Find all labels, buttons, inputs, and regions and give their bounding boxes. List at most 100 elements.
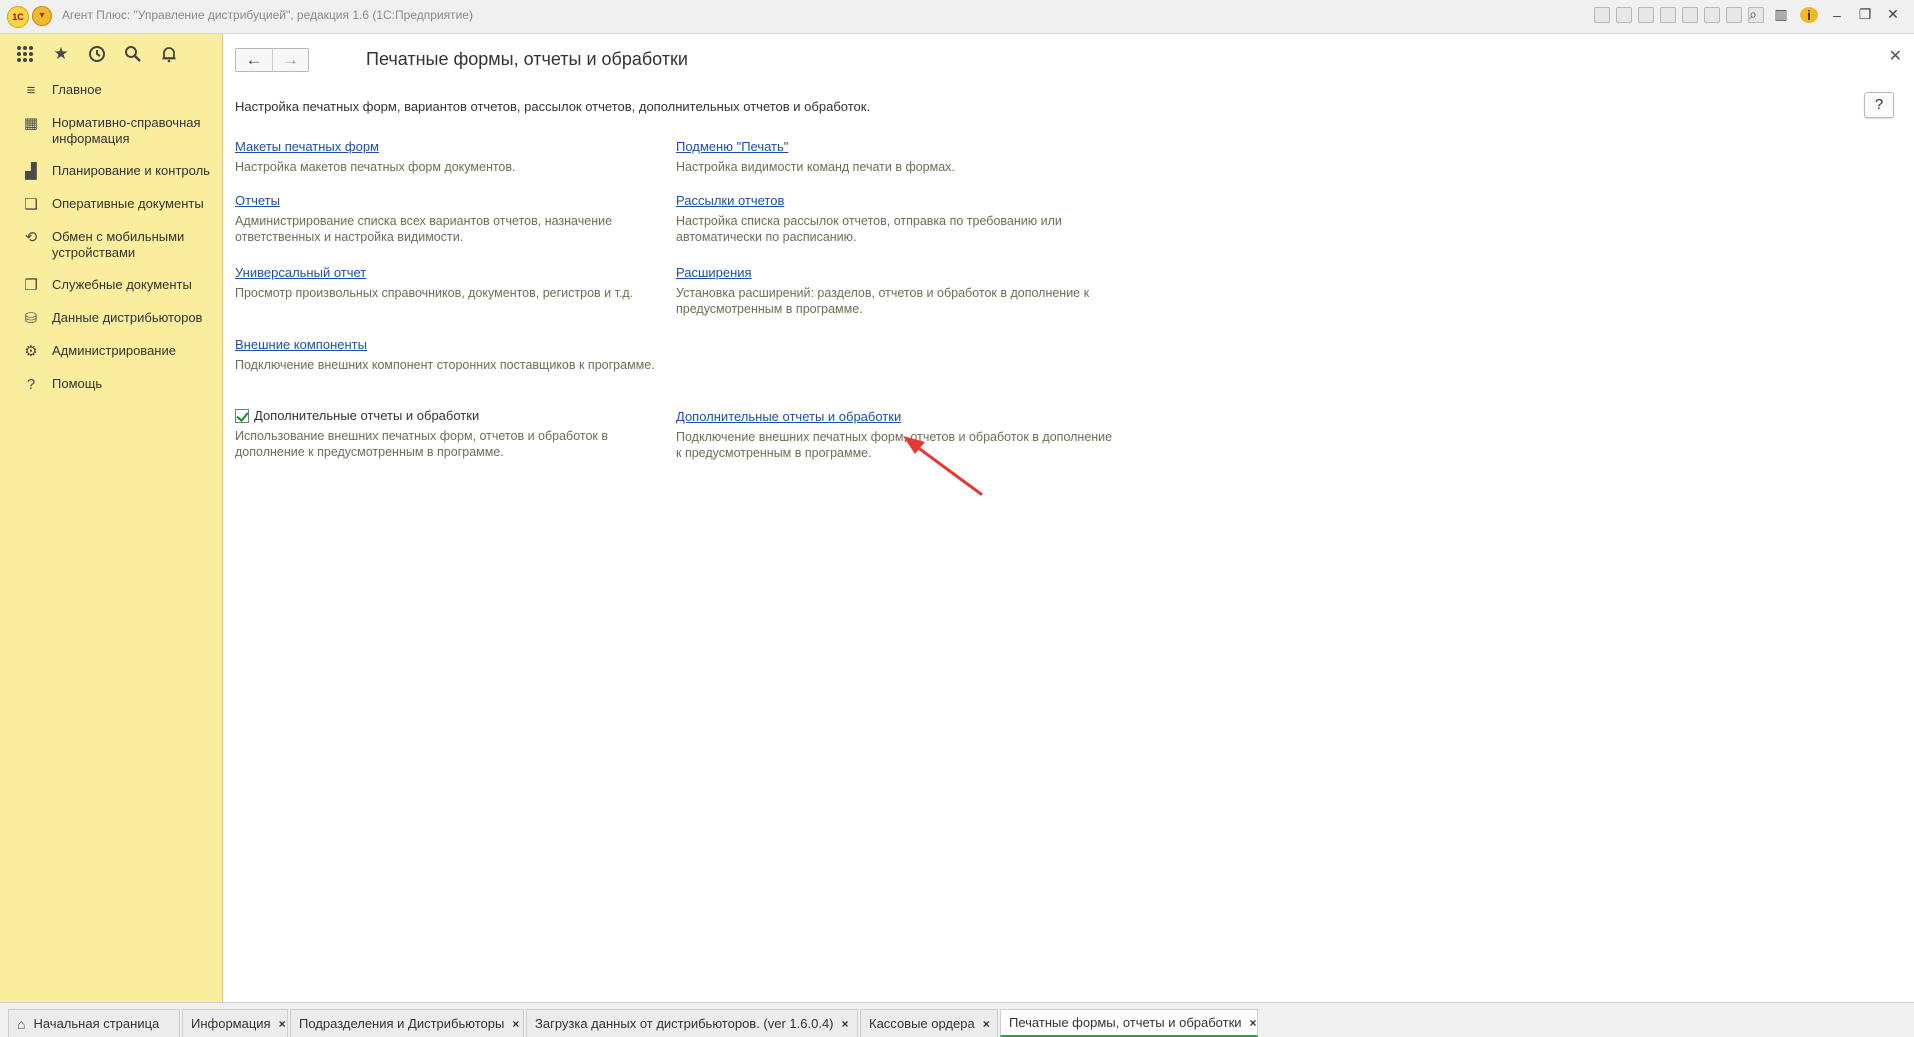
- chart-bars-icon: ▟: [25, 163, 37, 180]
- sidebar-item-main[interactable]: ≡ Главное: [0, 74, 222, 107]
- favorites-star-icon[interactable]: ★: [50, 43, 72, 65]
- entry-print-templates: Макеты печатных форм Настройка макетов п…: [235, 138, 675, 175]
- window-close-icon[interactable]: ✕: [1884, 6, 1902, 23]
- entry-description: Настройка макетов печатных форм документ…: [235, 160, 516, 174]
- all-functions-grid-icon[interactable]: [14, 43, 36, 65]
- additional-reports-checkbox-row[interactable]: Дополнительные отчеты и обработки: [235, 408, 675, 423]
- tab-label: Начальная страница: [33, 1016, 160, 1031]
- print-icon[interactable]: [1616, 7, 1632, 23]
- sidebar-item-service-docs[interactable]: ❐ Служебные документы: [0, 269, 222, 302]
- tab-distributor-data-import[interactable]: Загрузка данных от дистрибьюторов. (ver …: [526, 1009, 858, 1037]
- tab-close-icon[interactable]: ×: [279, 1017, 286, 1031]
- form-content: ← → Печатные формы, отчеты и обработки ✕…: [223, 34, 1914, 1002]
- entry-report-mailings: Рассылки отчетов Настройка списка рассыл…: [676, 192, 1116, 245]
- sidebar-item-mobile-exchange[interactable]: ⟲ Обмен с мобильными устройствами: [0, 221, 222, 269]
- sidebar-item-help[interactable]: ? Помощь: [0, 368, 222, 401]
- notifications-bell-icon[interactable]: [158, 43, 180, 65]
- sidebar-item-administration[interactable]: ⚙ Администрирование: [0, 335, 222, 368]
- service-docs-icon: ❐: [24, 277, 38, 294]
- history-icon[interactable]: [86, 43, 108, 65]
- tab-cash-orders[interactable]: Кассовые ордера ×: [860, 1009, 998, 1037]
- info-icon[interactable]: i: [1800, 6, 1818, 23]
- zoom-icon[interactable]: ⌕: [1744, 6, 1762, 23]
- sidebar-item-label: Нормативно-справочная информация: [52, 115, 201, 146]
- print-templates-link[interactable]: Макеты печатных форм: [235, 139, 379, 154]
- sync-icon: ⟲: [24, 229, 38, 246]
- sidebar-item-label: Обмен с мобильными устройствами: [52, 229, 185, 260]
- calculator-icon[interactable]: [1704, 7, 1720, 23]
- entry-extensions: Расширения Установка расширений: раздело…: [676, 264, 1116, 317]
- panel-layout-icon[interactable]: ▥: [1772, 6, 1790, 23]
- preview-icon[interactable]: [1638, 7, 1654, 23]
- annotation-arrow-icon: [903, 436, 983, 496]
- menu-lines-icon: ≡: [26, 82, 36, 99]
- book-icon: ▦: [23, 115, 39, 132]
- tab-label: Печатные формы, отчеты и обработки: [1009, 1015, 1242, 1030]
- entry-description: Просмотр произвольных справочников, доку…: [235, 286, 634, 300]
- entry-print-submenu: Подменю "Печать" Настройка видимости ком…: [676, 138, 1116, 175]
- report-mailings-link[interactable]: Рассылки отчетов: [676, 193, 784, 208]
- distributor-icon: ⛁: [24, 310, 38, 327]
- tab-label: Загрузка данных от дистрибьюторов. (ver …: [535, 1016, 834, 1031]
- mail-icon[interactable]: [1682, 7, 1698, 23]
- calendar-icon[interactable]: [1726, 7, 1742, 23]
- entry-reports: Отчеты Администрирование списка всех вар…: [235, 192, 675, 245]
- tab-label: Подразделения и Дистрибьюторы: [299, 1016, 505, 1031]
- sidebar-item-label: Администрирование: [52, 343, 176, 358]
- sidebar-item-distributor-data[interactable]: ⛁ Данные дистрибьюторов: [0, 302, 222, 335]
- sidebar-item-reference-info[interactable]: ▦ Нормативно-справочная информация: [0, 107, 222, 155]
- sidebar-item-label: Служебные документы: [52, 277, 192, 292]
- minimize-icon[interactable]: –: [1828, 7, 1846, 23]
- save-icon[interactable]: [1594, 7, 1610, 23]
- forward-arrow-icon[interactable]: →: [272, 49, 308, 71]
- restore-icon[interactable]: ❐: [1856, 6, 1874, 23]
- tab-close-icon[interactable]: ×: [512, 1017, 519, 1031]
- entry-description: Настройка списка рассылок отчетов, отпра…: [676, 214, 1062, 244]
- help-button[interactable]: ?: [1864, 92, 1894, 118]
- universal-report-link[interactable]: Универсальный отчет: [235, 265, 366, 280]
- window-title: Агент Плюс: "Управление дистрибуцией", р…: [62, 8, 473, 22]
- tab-information[interactable]: Информация ×: [182, 1009, 288, 1037]
- main-menu-chevron-icon[interactable]: ▾: [32, 6, 52, 26]
- tab-close-icon[interactable]: ×: [1250, 1016, 1257, 1030]
- tab-close-icon[interactable]: ×: [842, 1017, 849, 1031]
- sidebar-item-operational-docs[interactable]: ❏ Оперативные документы: [0, 188, 222, 221]
- documents-icon: ❏: [24, 196, 38, 213]
- navigation-buttons: ← →: [235, 48, 309, 72]
- entry-description: Настройка видимости команд печати в форм…: [676, 160, 955, 174]
- sidebar-item-label: Данные дистрибьюторов: [52, 310, 203, 325]
- app-logo-icon: 1С: [7, 6, 29, 28]
- window-controls: ⌕ ▥ i – ❐ ✕: [1744, 6, 1902, 23]
- gear-icon: ⚙: [24, 343, 38, 360]
- tab-label: Информация: [191, 1016, 271, 1031]
- tab-divisions[interactable]: Подразделения и Дистрибьюторы ×: [290, 1009, 524, 1037]
- sidebar-item-label: Оперативные документы: [52, 196, 204, 211]
- external-components-link[interactable]: Внешние компоненты: [235, 337, 367, 352]
- tab-print-forms[interactable]: Печатные формы, отчеты и обработки ×: [1000, 1009, 1258, 1037]
- entry-additional-reports: Дополнительные отчеты и обработки Подклю…: [676, 408, 1116, 461]
- search-icon[interactable]: [122, 43, 144, 65]
- entry-description: Администрирование списка всех вариантов …: [235, 214, 613, 244]
- entry-description: Установка расширений: разделов, отчетов …: [676, 286, 1090, 316]
- sidebar-item-planning[interactable]: ▟ Планирование и контроль: [0, 155, 222, 188]
- entry-external-components: Внешние компоненты Подключение внешних к…: [235, 336, 675, 373]
- back-arrow-icon[interactable]: ←: [236, 49, 272, 71]
- form-close-icon[interactable]: ✕: [1889, 46, 1902, 66]
- sections-panel: ★ ≡ Главное ▦ Нормативно-справочная инфо…: [0, 34, 223, 1002]
- entry-description: Подключение внешних печатных форм, отчет…: [676, 430, 1113, 460]
- sidebar-item-label: Помощь: [52, 376, 103, 391]
- extensions-link[interactable]: Расширения: [676, 265, 752, 280]
- additional-reports-link[interactable]: Дополнительные отчеты и обработки: [676, 409, 901, 424]
- additional-reports-checkbox[interactable]: [235, 408, 249, 423]
- page-intro: Настройка печатных форм, вариантов отчет…: [235, 99, 871, 114]
- users-icon[interactable]: [1660, 7, 1676, 23]
- tab-home[interactable]: ⌂ Начальная страница: [8, 1009, 180, 1037]
- home-icon: ⌂: [17, 1015, 26, 1032]
- print-submenu-link[interactable]: Подменю "Печать": [676, 139, 788, 154]
- checkbox-label[interactable]: Дополнительные отчеты и обработки: [254, 408, 479, 423]
- reports-link[interactable]: Отчеты: [235, 193, 280, 208]
- entry-universal-report: Универсальный отчет Просмотр произвольны…: [235, 264, 675, 301]
- question-icon: ?: [26, 376, 36, 393]
- tab-close-icon[interactable]: ×: [983, 1017, 990, 1031]
- sidebar-item-label: Главное: [52, 82, 102, 97]
